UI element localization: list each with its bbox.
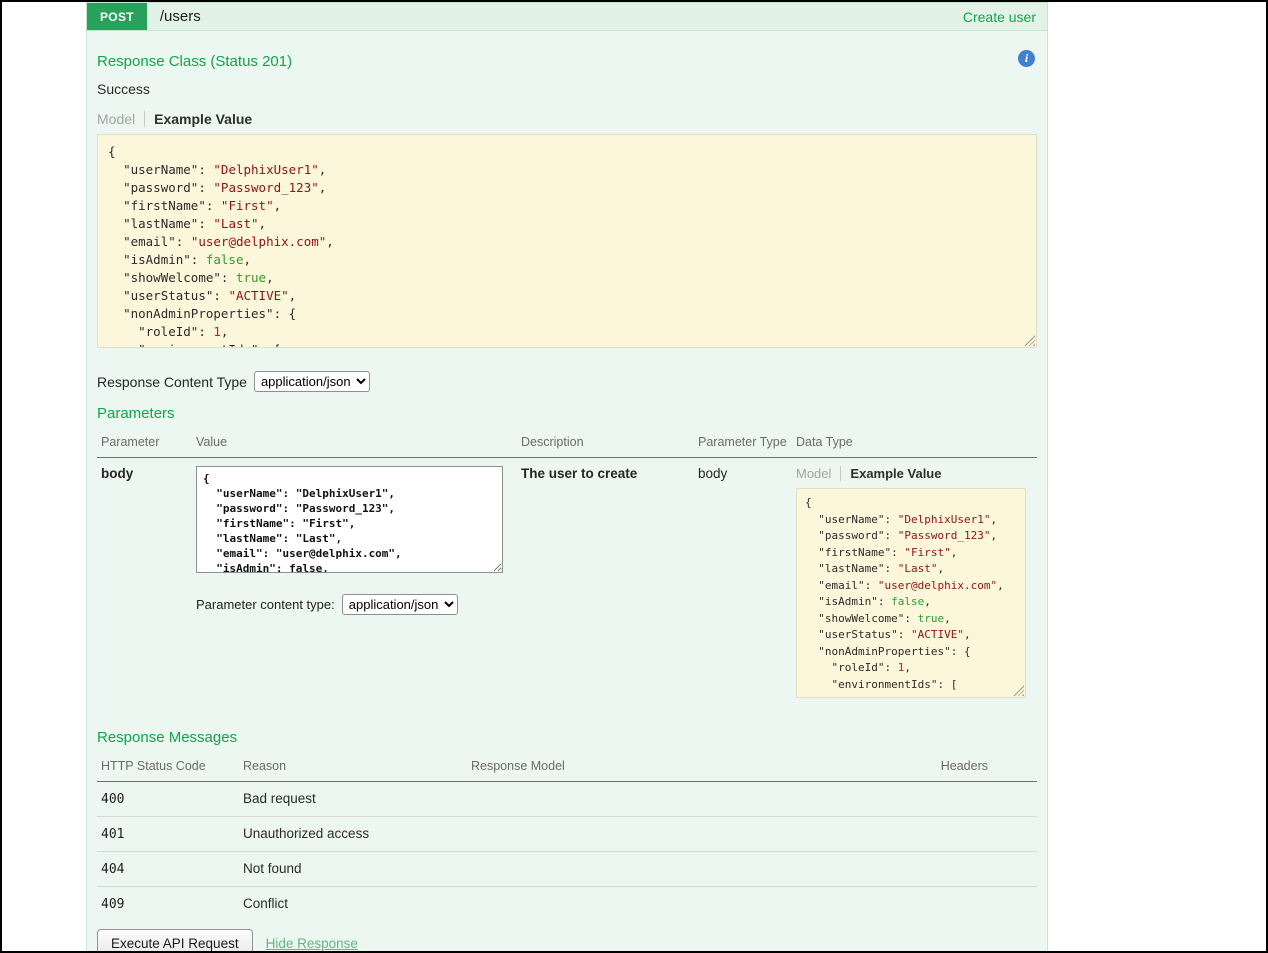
parameter-content-type-select[interactable]: application/json	[342, 594, 458, 615]
col-description: Description	[517, 431, 694, 458]
operation-heading: POST /users Create user	[87, 3, 1047, 31]
data-type-tabs: Model Example Value	[796, 466, 1033, 481]
status-code: 400	[101, 792, 124, 807]
table-row: 400 Bad request	[97, 782, 1037, 817]
operation-content: Response Class (Status 201) i Success Mo…	[87, 31, 1047, 953]
parameter-content-type-row: Parameter content type: application/json	[196, 594, 513, 615]
response-example-json[interactable]: { "userName": "DelphixUser1", "password"…	[97, 134, 1037, 348]
response-content-type-label: Response Content Type	[97, 374, 247, 390]
param-description: The user to create	[521, 466, 637, 481]
col-data-type: Data Type	[792, 431, 1037, 458]
status-code: 404	[101, 862, 124, 877]
status-reason: Bad request	[243, 791, 316, 806]
operation-panel: POST /users Create user Response Class (…	[86, 2, 1048, 953]
col-response-model: Response Model	[467, 755, 897, 782]
tab-model[interactable]: Model	[796, 466, 841, 481]
col-parameter: Parameter	[97, 431, 192, 458]
status-reason: Not found	[243, 861, 302, 876]
body-param-input[interactable]: { "userName": "DelphixUser1", "password"…	[196, 466, 503, 573]
tab-example-value[interactable]: Example Value	[145, 111, 252, 127]
param-type: body	[698, 466, 727, 481]
parameters-table: Parameter Value Description Parameter Ty…	[97, 431, 1037, 706]
status-code: 409	[101, 897, 124, 912]
col-headers: Headers	[897, 755, 1037, 782]
hide-response-link[interactable]: Hide Response	[266, 936, 358, 951]
parameter-content-type-label: Parameter content type:	[196, 597, 335, 612]
http-method-badge[interactable]: POST	[87, 3, 147, 30]
col-value: Value	[192, 431, 517, 458]
response-class-row: Response Class (Status 201) i	[97, 41, 1037, 79]
response-content-type-select[interactable]: application/json	[254, 371, 370, 392]
execute-request-button[interactable]: Execute API Request	[97, 929, 253, 953]
response-class-tabs: Model Example Value	[97, 111, 1037, 127]
col-parameter-type: Parameter Type	[694, 431, 792, 458]
table-row: 404 Not found	[97, 852, 1037, 887]
endpoint-path-link[interactable]: /users	[160, 8, 201, 25]
data-type-example-json[interactable]: { "userName": "DelphixUser1", "password"…	[796, 488, 1026, 698]
param-name: body	[101, 466, 133, 481]
response-class-title: Response Class (Status 201)	[97, 53, 292, 70]
actions-row: Execute API Request Hide Response	[97, 929, 1037, 953]
status-code: 401	[101, 827, 124, 842]
response-class-subtitle: Success	[97, 81, 1037, 97]
response-messages-title: Response Messages	[97, 729, 1037, 746]
response-content-type-row: Response Content Type application/json	[97, 371, 1037, 392]
table-row: 409 Conflict	[97, 887, 1037, 922]
response-messages-table: HTTP Status Code Reason Response Model H…	[97, 755, 1037, 921]
create-user-link[interactable]: Create user	[963, 9, 1036, 25]
tab-example-value[interactable]: Example Value	[841, 466, 941, 481]
parameters-title: Parameters	[97, 405, 1037, 422]
info-icon[interactable]: i	[1018, 50, 1035, 67]
status-reason: Conflict	[243, 896, 288, 911]
screenshot-frame: POST /users Create user Response Class (…	[0, 0, 1268, 953]
col-reason: Reason	[239, 755, 467, 782]
table-row: 401 Unauthorized access	[97, 817, 1037, 852]
status-reason: Unauthorized access	[243, 826, 369, 841]
tab-model[interactable]: Model	[97, 111, 145, 127]
col-http-status-code: HTTP Status Code	[97, 755, 239, 782]
table-row: body { "userName": "DelphixUser1", "pass…	[97, 458, 1037, 707]
